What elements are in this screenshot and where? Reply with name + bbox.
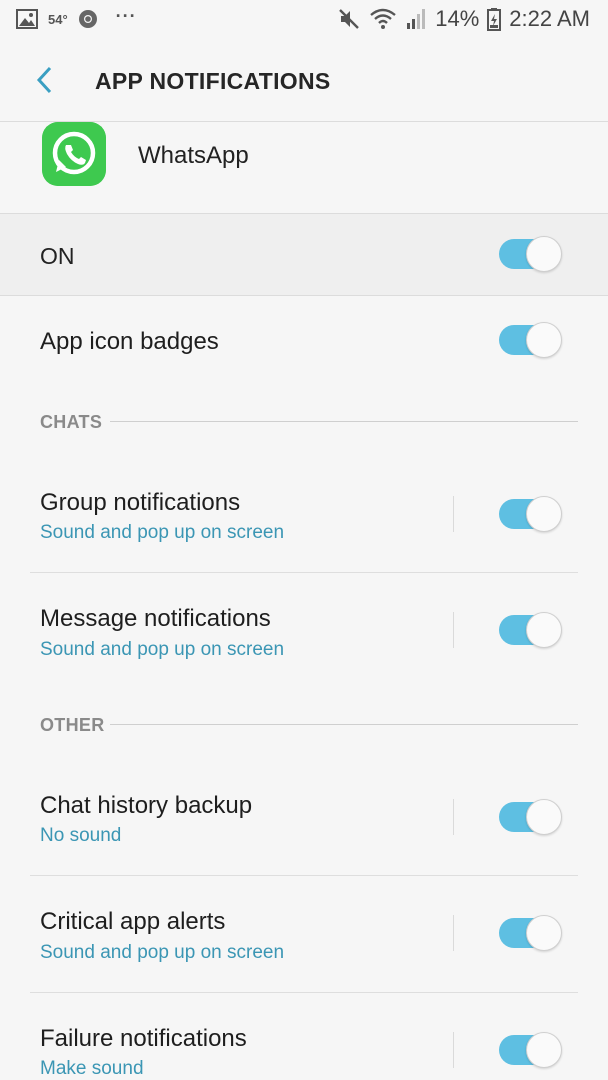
chat-history-backup-subtitle: No sound xyxy=(40,825,122,846)
chat-history-backup-toggle[interactable] xyxy=(499,799,563,835)
message-notifications-subtitle: Sound and pop up on screen xyxy=(40,639,285,660)
section-header-other: OTHER xyxy=(40,715,105,735)
status-bar: 54° ··· 14% 2:22 AM xyxy=(0,0,608,40)
failure-notifications-title: Failure notifications xyxy=(40,1025,247,1052)
battery-icon xyxy=(487,8,502,31)
app-name: WhatsApp xyxy=(138,142,249,169)
app-bar: APP NOTIFICATIONS xyxy=(0,40,608,122)
app-info-row: WhatsApp xyxy=(0,122,608,214)
list-divider xyxy=(30,572,578,573)
app-icon-badges-toggle[interactable] xyxy=(499,322,563,358)
app-icon-badges-label: App icon badges xyxy=(40,328,219,355)
battery-percent: 14% xyxy=(435,6,480,31)
whatsapp-icon xyxy=(42,122,106,186)
row-divider xyxy=(453,799,454,835)
status-bar-right: 14% 2:22 AM xyxy=(337,6,590,32)
image-icon xyxy=(16,9,38,29)
row-divider xyxy=(453,612,454,648)
critical-app-alerts-title: Critical app alerts xyxy=(40,908,226,935)
mute-icon xyxy=(339,9,360,29)
chevron-left-icon[interactable] xyxy=(28,62,64,98)
chat-history-backup-title: Chat history backup xyxy=(40,792,253,819)
row-divider xyxy=(453,1032,454,1068)
temperature-text: 54° xyxy=(48,11,68,27)
failure-notifications-toggle[interactable] xyxy=(499,1032,563,1068)
master-toggle[interactable] xyxy=(499,236,563,272)
section-divider xyxy=(110,724,578,725)
wifi-icon xyxy=(370,8,397,29)
section-header-chats: CHATS xyxy=(40,412,103,432)
master-switch-row[interactable]: ON xyxy=(0,214,608,296)
group-notifications-toggle[interactable] xyxy=(499,496,563,532)
list-divider xyxy=(30,875,578,876)
row-divider xyxy=(453,496,454,532)
more-notifications-icon: ··· xyxy=(115,5,137,26)
master-switch-label: ON xyxy=(40,243,75,269)
group-notifications-subtitle: Sound and pop up on screen xyxy=(40,522,285,543)
critical-app-alerts-toggle[interactable] xyxy=(499,915,563,951)
section-divider xyxy=(110,421,578,422)
clock-text: 2:22 AM xyxy=(509,6,590,31)
chrome-icon xyxy=(78,10,97,28)
signal-icon xyxy=(407,9,426,29)
status-bar-left: 54° ··· xyxy=(16,5,137,29)
row-divider xyxy=(453,915,454,951)
page-title: APP NOTIFICATIONS xyxy=(95,68,331,94)
failure-notifications-subtitle: Make sound xyxy=(40,1058,144,1079)
message-notifications-title: Message notifications xyxy=(40,605,271,632)
message-notifications-toggle[interactable] xyxy=(499,612,563,648)
group-notifications-title: Group notifications xyxy=(40,489,241,516)
critical-app-alerts-subtitle: Sound and pop up on screen xyxy=(40,942,285,963)
list-divider xyxy=(30,992,578,993)
